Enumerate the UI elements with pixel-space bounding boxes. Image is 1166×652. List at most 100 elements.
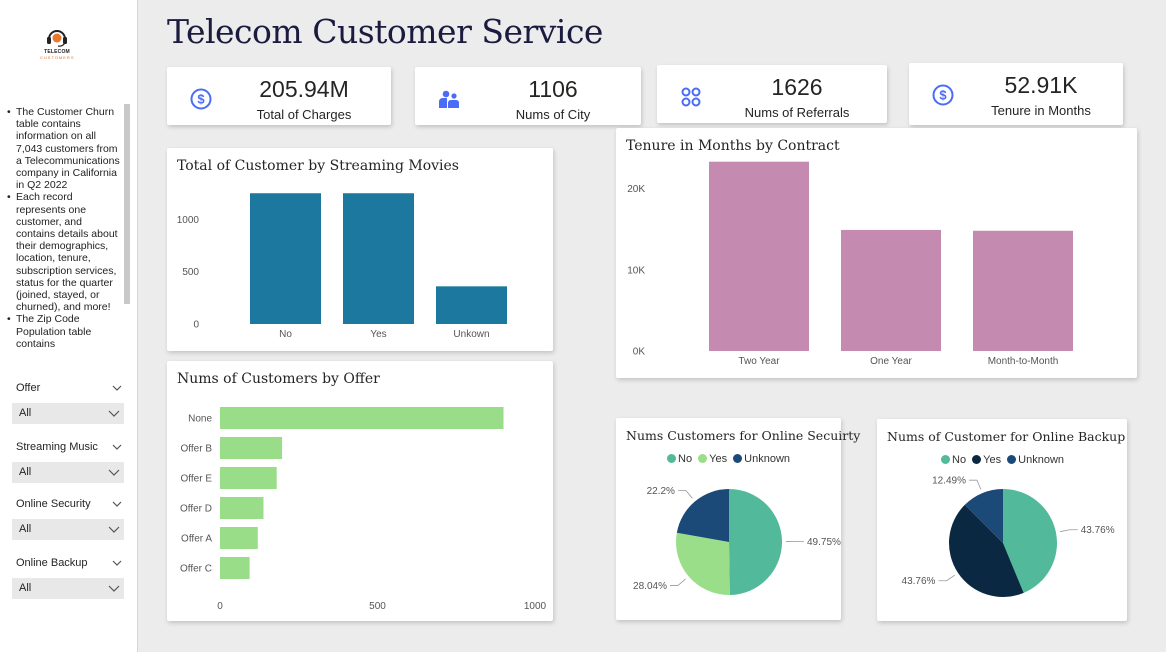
info-scrollbar[interactable] <box>124 104 130 304</box>
filter-online-backup-header[interactable]: Online Backup <box>12 557 124 573</box>
chevron-down-icon[interactable] <box>108 524 120 534</box>
y-tick-label: None <box>188 414 212 425</box>
leader-line <box>968 479 982 490</box>
y-tick-label: 10K <box>627 265 645 276</box>
bar <box>220 467 277 489</box>
data-label: 49.75% <box>807 537 841 548</box>
filter-streaming-music: Streaming Music All <box>12 441 124 483</box>
bar <box>436 286 507 324</box>
dropdown-value: All <box>19 466 32 478</box>
dropdown-value: All <box>19 523 32 535</box>
y-tick-label: 1000 <box>177 215 200 226</box>
kpi-value: 52.91K <box>1004 72 1078 98</box>
dollar-icon: $ <box>932 84 954 106</box>
pie-slice <box>729 489 782 595</box>
x-tick-label: Month-to-Month <box>988 356 1059 367</box>
y-tick-label: Offer B <box>181 444 213 455</box>
x-tick-label: 0 <box>217 601 223 612</box>
kpi-label: Total of Charges <box>256 107 352 122</box>
x-tick-label: Unkown <box>453 329 489 340</box>
y-tick-label: 500 <box>182 267 199 278</box>
y-tick-label: 0K <box>633 347 646 358</box>
kpi-total-charges[interactable]: $ 205.94M Total of Charges <box>167 67 391 125</box>
kpi-value: 1106 <box>528 76 578 102</box>
filter-online-backup: Online Backup All <box>12 557 124 599</box>
kpi-label: Nums of City <box>515 107 591 122</box>
bar <box>220 437 283 459</box>
svg-text:$: $ <box>197 92 205 107</box>
filter-label: Online Security <box>16 498 91 510</box>
bar <box>343 193 414 324</box>
filter-label: Online Backup <box>16 557 88 569</box>
filter-online-security: Online Security All <box>12 498 124 540</box>
offer-dropdown[interactable]: All <box>12 403 124 424</box>
kpi-tenure-months[interactable]: $ 52.91K Tenure in Months <box>909 63 1123 125</box>
chevron-down-icon[interactable] <box>112 499 122 509</box>
filter-label: Offer <box>16 382 41 394</box>
leader-line <box>1059 529 1078 533</box>
online-security-dropdown[interactable]: All <box>12 519 124 540</box>
kpi-nums-of-city[interactable]: 1106 Nums of City <box>415 67 641 125</box>
online-security-pie: 49.75% 28.04% 22.2% <box>633 486 841 595</box>
data-label: 12.49% <box>932 476 966 487</box>
streaming-movies-chart: 0 500 1000 No Yes Unkown <box>177 193 507 340</box>
bar <box>841 229 941 351</box>
filter-online-security-header[interactable]: Online Security <box>12 498 124 514</box>
page-title: Telecom Customer Service <box>167 12 603 51</box>
bar <box>220 497 264 519</box>
y-tick-label: Offer C <box>180 564 212 575</box>
svg-text:$: $ <box>939 88 947 103</box>
y-tick-label: 20K <box>627 184 645 195</box>
kpi-label: Nums of Referrals <box>744 105 850 120</box>
kpi-nums-of-referrals[interactable]: 1626 Nums of Referrals <box>657 65 887 123</box>
online-security-card[interactable]: Nums Customers for Online Secuirty No Ye… <box>616 418 860 620</box>
chevron-down-icon[interactable] <box>108 467 120 477</box>
dropdown-value: All <box>19 407 32 419</box>
filter-streaming-music-header[interactable]: Streaming Music <box>12 441 124 457</box>
kpi-label: Tenure in Months <box>991 103 1091 118</box>
streaming-music-dropdown[interactable]: All <box>12 462 124 483</box>
leader-line <box>938 574 955 582</box>
bar <box>220 557 250 579</box>
online-backup-pie: 43.76% 43.76% 12.49% <box>902 476 1115 597</box>
chevron-down-icon[interactable] <box>112 383 122 393</box>
bar <box>220 407 504 429</box>
headset-logo-icon <box>47 30 67 47</box>
x-tick-label: 500 <box>369 601 386 612</box>
chevron-down-icon[interactable] <box>112 558 122 568</box>
kpi-value: 205.94M <box>259 76 349 102</box>
x-tick-label: 1000 <box>524 601 547 612</box>
data-label: 43.76% <box>1081 525 1115 536</box>
y-tick-label: Offer D <box>180 504 212 515</box>
people-icon <box>439 90 459 108</box>
data-label: 28.04% <box>633 581 667 592</box>
online-backup-dropdown[interactable]: All <box>12 578 124 599</box>
tenure-contract-card[interactable]: Tenure in Months by Contract 0K 10K 20K Two… <box>616 128 1137 378</box>
telecom-logo: TELECOM CUSTOMERS <box>40 26 74 60</box>
y-tick-label: 0 <box>193 320 199 331</box>
online-backup-card[interactable]: Nums of Customer for Online Backup No Ye… <box>877 419 1127 621</box>
offer-card[interactable]: Nums of Customers by Offer None Offer B Of… <box>167 361 553 621</box>
y-tick-label: Offer A <box>181 534 212 545</box>
sidebar: TELECOM CUSTOMERS The Customer Churn tab… <box>0 0 138 652</box>
bar <box>709 161 809 351</box>
chevron-down-icon[interactable] <box>112 442 122 452</box>
leader-line <box>669 578 686 586</box>
dollar-icon: $ <box>190 88 212 110</box>
info-item: The Customer Churn table contains inform… <box>6 106 123 191</box>
leader-line <box>677 490 693 499</box>
chevron-down-icon[interactable] <box>108 408 120 418</box>
filter-label: Streaming Music <box>16 441 98 453</box>
x-tick-label: One Year <box>870 356 912 367</box>
data-label: 22.2% <box>647 486 675 497</box>
info-item: Each record represents one customer, and… <box>6 191 123 313</box>
y-tick-label: Offer E <box>181 474 213 485</box>
kpi-value: 1626 <box>771 74 823 100</box>
filter-offer-header[interactable]: Offer <box>12 382 124 398</box>
chevron-down-icon[interactable] <box>108 583 120 593</box>
grid-icon <box>681 87 701 107</box>
x-tick-label: No <box>279 329 292 340</box>
streaming-movies-card[interactable]: Total of Customer by Streaming Movies 05… <box>167 148 553 351</box>
pie-slice <box>676 489 729 542</box>
bar <box>973 230 1073 351</box>
